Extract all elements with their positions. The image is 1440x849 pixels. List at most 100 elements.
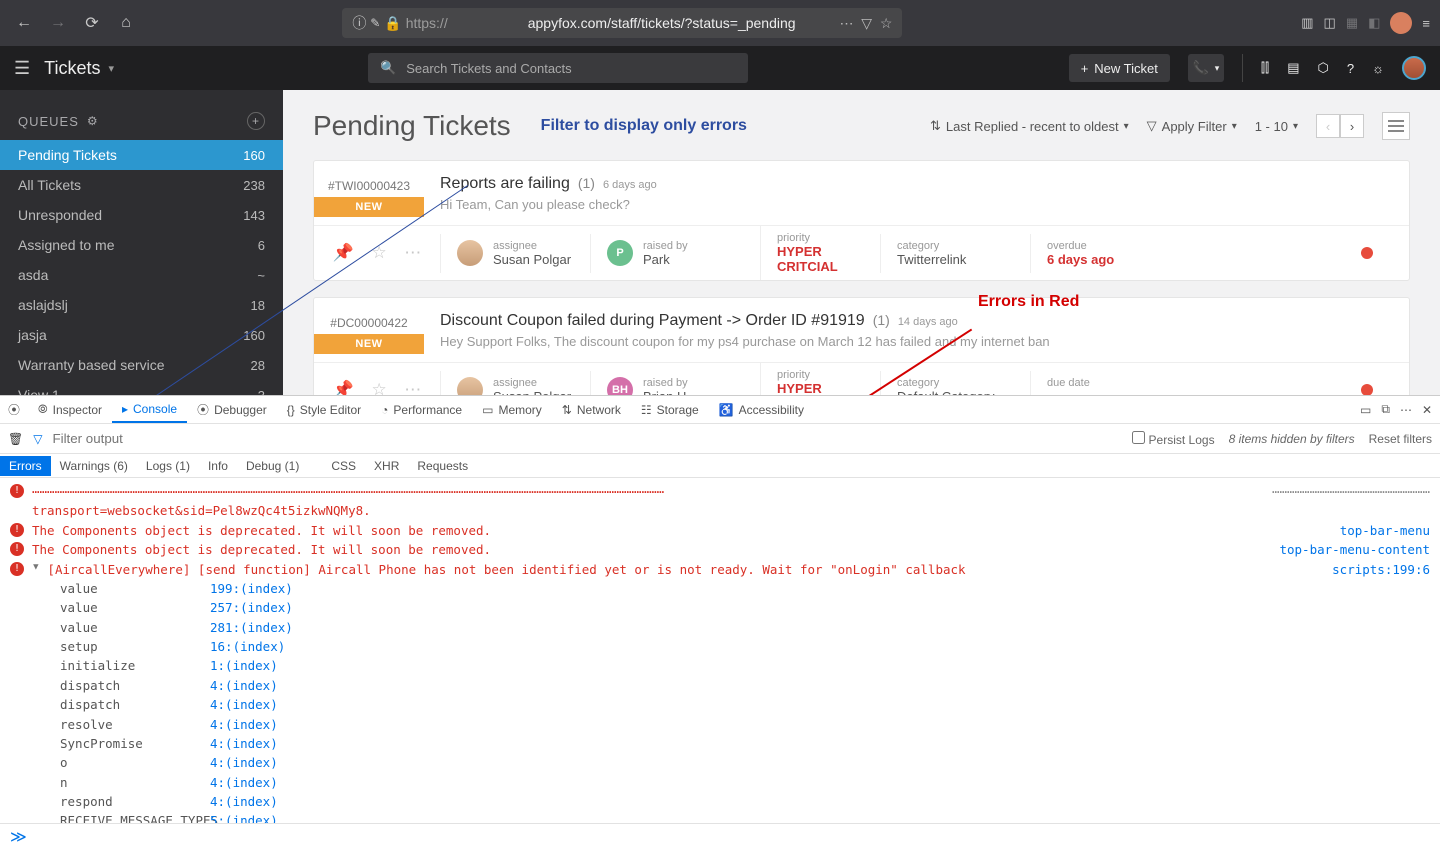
log-source[interactable]: top-bar-menu	[1340, 523, 1430, 538]
doc-icon[interactable]: ▤	[1287, 60, 1299, 76]
forward-button[interactable]: →	[44, 9, 72, 37]
menu-icon[interactable]: ≡	[1422, 16, 1430, 31]
devtools-tab-console[interactable]: ▸Console	[112, 396, 187, 423]
console-cat[interactable]: Requests	[408, 456, 477, 476]
devtools-tab-performance[interactable]: ◔Performance	[371, 396, 472, 423]
library-icon[interactable]: ▥	[1301, 15, 1313, 31]
sidebar-item[interactable]: asda~	[0, 260, 283, 290]
devtools-panel: ⦿ ⦾Inspector▸Console⦿Debugger{}Style Edi…	[0, 395, 1440, 849]
sidebar-item[interactable]: Unresponded143	[0, 200, 283, 230]
stack-loc[interactable]: 4:(index)	[210, 792, 278, 811]
log-source[interactable]: scripts:199:6	[1332, 562, 1430, 577]
more-icon[interactable]: ⋯	[840, 15, 854, 32]
console-cat[interactable]: Warnings (6)	[51, 456, 137, 476]
add-queue-button[interactable]: +	[247, 112, 265, 130]
url-bar[interactable]: ⓘ ✎ 🔒 https:// appyfox.com/staff/tickets…	[342, 8, 902, 38]
expand-icon[interactable]: ▶	[28, 564, 42, 569]
url-text: appyfox.com/staff/tickets/?status=_pendi…	[528, 15, 796, 31]
ticket-snippet: Hey Support Folks, The discount coupon f…	[440, 334, 1393, 349]
stack-loc[interactable]: 281:(index)	[210, 618, 293, 637]
stack-loc[interactable]: 257:(index)	[210, 598, 293, 617]
sidebar-item-count: 238	[243, 178, 265, 193]
page-range[interactable]: 1 - 10 ▾	[1255, 119, 1298, 134]
ticket-title[interactable]: Reports are failing (1) 6 days ago	[440, 175, 1393, 193]
prev-page-button[interactable]: ‹	[1316, 114, 1340, 138]
stack-loc[interactable]: 199:(index)	[210, 579, 293, 598]
filter-control[interactable]: ▽ Apply Filter ▾	[1147, 118, 1237, 134]
sidebar-item[interactable]: Pending Tickets160	[0, 140, 283, 170]
stack-name: n	[60, 773, 210, 792]
search-input[interactable]: 🔍 Search Tickets and Contacts	[368, 53, 748, 83]
user-avatar[interactable]	[1402, 56, 1426, 80]
console-cat[interactable]: XHR	[365, 456, 408, 476]
filter-label: Apply Filter	[1162, 119, 1227, 134]
devtools-tab-inspector[interactable]: ⦾Inspector	[28, 396, 112, 423]
sidebar-toggle-icon[interactable]: ☰	[14, 58, 30, 79]
home-button[interactable]: ⌂	[112, 9, 140, 37]
devtools-tab-style-editor[interactable]: {}Style Editor	[277, 396, 371, 423]
sidebar-item-label: jasja	[18, 327, 47, 343]
map-icon[interactable]: ⫿⫿	[1261, 60, 1269, 76]
log-source[interactable]: ⋯⋯⋯⋯⋯⋯⋯⋯⋯⋯⋯⋯⋯⋯⋯⋯⋯⋯⋯⋯⋯	[1272, 482, 1430, 501]
sidebar-icon[interactable]: ◫	[1324, 15, 1336, 31]
log-source[interactable]: top-bar-menu-content	[1279, 542, 1430, 557]
more-icon[interactable]: ⋯	[404, 243, 421, 263]
console-cat[interactable]: Logs (1)	[137, 456, 199, 476]
stack-loc[interactable]: 4:(index)	[210, 734, 278, 753]
stack-loc[interactable]: 4:(index)	[210, 695, 278, 714]
devtools-tab-accessibility[interactable]: ♿Accessibility	[709, 396, 814, 423]
sort-control[interactable]: ⇅ Last Replied - recent to oldest ▾	[930, 118, 1129, 134]
console-prompt[interactable]: ≫	[0, 823, 1440, 849]
back-button[interactable]: ←	[10, 9, 38, 37]
bookmark-icon[interactable]: ☆	[880, 15, 893, 32]
stack-loc[interactable]: 4:(index)	[210, 753, 278, 772]
console-cat[interactable]: Info	[199, 456, 237, 476]
sidebar-item[interactable]: aslajdslj18	[0, 290, 283, 320]
grid-icon[interactable]: ▦	[1346, 15, 1358, 31]
devtools-tab-memory[interactable]: ▭Memory	[472, 396, 552, 423]
ticket-title[interactable]: Discount Coupon failed during Payment ->…	[440, 312, 1393, 330]
star-icon[interactable]: ☆	[371, 243, 386, 263]
next-page-button[interactable]: ›	[1340, 114, 1364, 138]
ticket-card[interactable]: #TWI00000423NEW Reports are failing (1) …	[313, 160, 1410, 281]
devtools-tab-debugger[interactable]: ⦿Debugger	[187, 396, 277, 423]
persist-logs-checkbox[interactable]: Persist Logs	[1132, 431, 1214, 447]
devtools-tab-network[interactable]: ⇅Network	[552, 396, 631, 423]
help-icon[interactable]: ?	[1347, 61, 1354, 76]
console-filter-input[interactable]	[52, 431, 272, 446]
trash-icon[interactable]: 🗑	[8, 432, 23, 446]
picker-icon[interactable]: ⦿	[8, 401, 20, 418]
funnel-icon[interactable]: ▽	[33, 432, 42, 446]
theme-icon[interactable]: ☼	[1372, 61, 1384, 76]
pin-icon[interactable]: 📌	[333, 243, 354, 263]
stack-loc[interactable]: 16:(index)	[210, 637, 285, 656]
profile-avatar[interactable]	[1390, 12, 1412, 34]
stack-loc[interactable]: 4:(index)	[210, 715, 278, 734]
stack-loc[interactable]: 1:(index)	[210, 656, 278, 675]
sidebar-item[interactable]: Warranty based service28	[0, 350, 283, 380]
more-icon[interactable]: ⋯	[1400, 403, 1412, 417]
dock-icon[interactable]: ⧉	[1381, 402, 1390, 417]
sidebar-item[interactable]: All Tickets238	[0, 170, 283, 200]
console-cat[interactable]: Errors	[0, 456, 51, 476]
responsive-icon[interactable]: ▭	[1360, 403, 1371, 417]
console-cat[interactable]: Debug (1)	[237, 456, 308, 476]
module-title[interactable]: Tickets ▾	[44, 58, 114, 79]
call-button[interactable]: 📞 ▾	[1188, 54, 1224, 82]
shield-icon[interactable]: ▽	[861, 15, 872, 32]
reload-button[interactable]: ⟳	[78, 9, 106, 37]
sidebar-item[interactable]: Assigned to me6	[0, 230, 283, 260]
gear-icon[interactable]: ⚙	[87, 114, 99, 128]
close-icon[interactable]: ✕	[1422, 403, 1432, 417]
stack-loc[interactable]: 4:(index)	[210, 773, 278, 792]
stack-loc[interactable]: 4:(index)	[210, 676, 278, 695]
console-cat[interactable]: CSS	[322, 456, 365, 476]
extension-icon[interactable]: ◧	[1368, 15, 1380, 31]
view-mode-button[interactable]	[1382, 112, 1410, 140]
education-icon[interactable]: ⬡	[1317, 60, 1328, 76]
sidebar-item-label: aslajdslj	[18, 297, 68, 313]
devtools-tab-storage[interactable]: ☷Storage	[631, 396, 709, 423]
reset-filters-button[interactable]: Reset filters	[1369, 432, 1432, 446]
new-ticket-button[interactable]: + New Ticket	[1069, 54, 1170, 82]
sidebar-item[interactable]: jasja160	[0, 320, 283, 350]
